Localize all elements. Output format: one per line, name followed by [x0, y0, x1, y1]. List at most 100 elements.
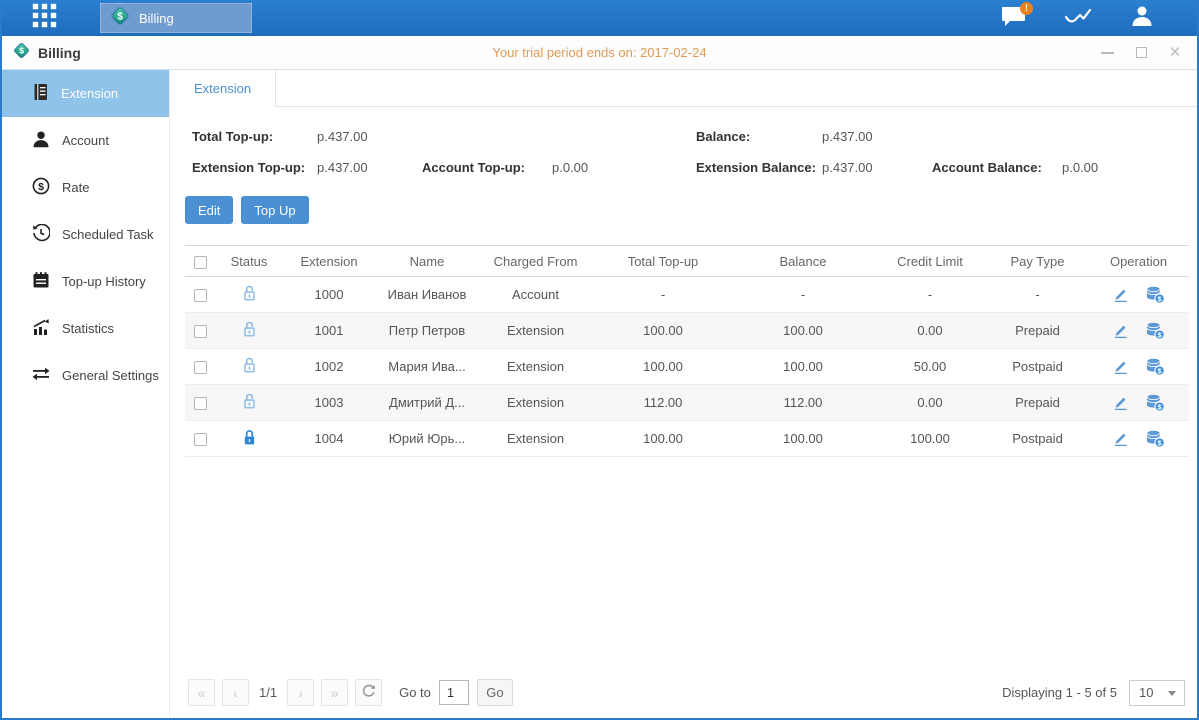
edit-pencil-icon[interactable]	[1112, 358, 1129, 375]
refresh-icon	[362, 684, 376, 701]
cell-charged-from: Extension	[478, 349, 593, 385]
user-menu-button[interactable]	[1127, 4, 1157, 32]
topup-coins-icon[interactable]: $	[1145, 393, 1165, 412]
cell-credit-limit: 100.00	[873, 421, 987, 457]
sidebar-item-rate[interactable]: $ Rate	[2, 164, 169, 211]
topup-coins-icon[interactable]: $	[1145, 321, 1165, 340]
apps-grid-icon	[31, 2, 58, 34]
go-button[interactable]: Go	[477, 679, 513, 706]
edit-button[interactable]: Edit	[185, 196, 233, 224]
tab-strip: Extension	[170, 70, 1197, 107]
last-page-button[interactable]: »	[321, 679, 348, 706]
sidebar-item-general-settings[interactable]: General Settings	[2, 352, 169, 399]
prev-page-button[interactable]: ‹	[222, 679, 249, 706]
sidebar-item-statistics[interactable]: Statistics	[2, 305, 169, 352]
cell-credit-limit: -	[873, 277, 987, 313]
refresh-button[interactable]	[355, 679, 382, 706]
notifications-button[interactable]: !	[999, 4, 1029, 32]
edit-pencil-icon[interactable]	[1112, 394, 1129, 411]
cell-name: Петр Петров	[376, 313, 478, 349]
next-page-button[interactable]: ›	[287, 679, 314, 706]
cell-credit-limit: 50.00	[873, 349, 987, 385]
cell-name: Дмитрий Д...	[376, 385, 478, 421]
taskbar-tab-label: Billing	[139, 11, 174, 26]
sidebar-item-extension[interactable]: Extension	[2, 70, 169, 117]
page-size-value: 10	[1139, 685, 1153, 700]
notification-badge: !	[1020, 2, 1033, 15]
apps-menu-button[interactable]	[24, 3, 64, 33]
lock-open-icon	[242, 326, 257, 341]
cell-total-topup: 100.00	[593, 313, 733, 349]
top-up-button[interactable]: Top Up	[241, 196, 308, 224]
sidebar-item-label: Account	[62, 133, 109, 148]
lock-open-icon	[242, 398, 257, 413]
extension-book-icon	[32, 83, 49, 104]
col-operation: Operation	[1088, 246, 1189, 277]
cell-credit-limit: 0.00	[873, 313, 987, 349]
lock-open-icon	[242, 290, 257, 305]
maximize-button[interactable]	[1133, 45, 1149, 61]
first-page-button[interactable]: «	[188, 679, 215, 706]
main-panel: Extension Total Top-up: p.437.00 Extensi…	[170, 70, 1197, 718]
page-indicator: 1/1	[259, 685, 277, 700]
balance-summary: Total Top-up: p.437.00 Extension Top-up:…	[170, 107, 1197, 183]
taskbar-tab-billing[interactable]: $ Billing	[100, 3, 252, 33]
cell-total-topup: 112.00	[593, 385, 733, 421]
select-all-checkbox[interactable]	[194, 256, 207, 269]
cell-extension: 1003	[282, 385, 376, 421]
total-topup-value: p.437.00	[317, 129, 368, 144]
cell-extension: 1004	[282, 421, 376, 457]
cell-balance: 100.00	[733, 349, 873, 385]
lock-closed-icon	[242, 434, 257, 449]
table-row: 1004 Юрий Юрь... Extension 100.00 100.00…	[185, 421, 1189, 457]
col-credit-limit: Credit Limit	[873, 246, 987, 277]
cell-credit-limit: 0.00	[873, 385, 987, 421]
tab-extension[interactable]: Extension	[170, 70, 276, 107]
sidebar-item-label: Statistics	[62, 321, 114, 336]
scheduled-task-clock-icon	[32, 224, 50, 245]
row-checkbox[interactable]	[194, 289, 207, 302]
page-size-select[interactable]: 10	[1129, 680, 1185, 706]
cell-charged-from: Extension	[478, 313, 593, 349]
topup-coins-icon[interactable]: $	[1145, 285, 1165, 304]
row-checkbox[interactable]	[194, 361, 207, 374]
table-header-row: Status Extension Name Charged From Total…	[185, 246, 1189, 277]
cell-pay-type: -	[987, 277, 1088, 313]
general-settings-arrows-icon	[32, 366, 50, 385]
sidebar-item-label: Rate	[62, 180, 89, 195]
extension-topup-label: Extension Top-up:	[192, 160, 317, 175]
minimize-button[interactable]	[1099, 45, 1115, 61]
sidebar-item-topup-history[interactable]: Top-up History	[2, 258, 169, 305]
sidebar-item-scheduled-task[interactable]: Scheduled Task	[2, 211, 169, 258]
trial-notice: Your trial period ends on: 2017-02-24	[2, 45, 1197, 60]
row-checkbox[interactable]	[194, 325, 207, 338]
row-checkbox[interactable]	[194, 433, 207, 446]
close-button[interactable]: ×	[1167, 45, 1183, 61]
cell-total-topup: 100.00	[593, 421, 733, 457]
cell-balance: 100.00	[733, 421, 873, 457]
col-status: Status	[216, 246, 282, 277]
row-checkbox[interactable]	[194, 397, 207, 410]
edit-pencil-icon[interactable]	[1112, 286, 1129, 303]
extension-balance-label: Extension Balance:	[696, 160, 822, 175]
extension-topup-value: p.437.00	[317, 160, 422, 175]
cell-extension: 1002	[282, 349, 376, 385]
monitor-button[interactable]	[1063, 4, 1093, 32]
cell-pay-type: Postpaid	[987, 349, 1088, 385]
topup-history-notebook-icon	[32, 271, 50, 292]
cell-total-topup: 100.00	[593, 349, 733, 385]
topup-coins-icon[interactable]: $	[1145, 357, 1165, 376]
edit-pencil-icon[interactable]	[1112, 322, 1129, 339]
cell-pay-type: Prepaid	[987, 385, 1088, 421]
sidebar-item-account[interactable]: Account	[2, 117, 169, 164]
balance-value: p.437.00	[822, 129, 873, 144]
cell-name: Иван Иванов	[376, 277, 478, 313]
svg-text:$: $	[117, 11, 123, 22]
lock-open-icon	[242, 362, 257, 377]
topup-coins-icon[interactable]: $	[1145, 429, 1165, 448]
goto-page-input[interactable]	[439, 680, 469, 705]
col-charged-from: Charged From	[478, 246, 593, 277]
cell-charged-from: Extension	[478, 421, 593, 457]
sidebar-item-label: Extension	[61, 86, 118, 101]
edit-pencil-icon[interactable]	[1112, 430, 1129, 447]
